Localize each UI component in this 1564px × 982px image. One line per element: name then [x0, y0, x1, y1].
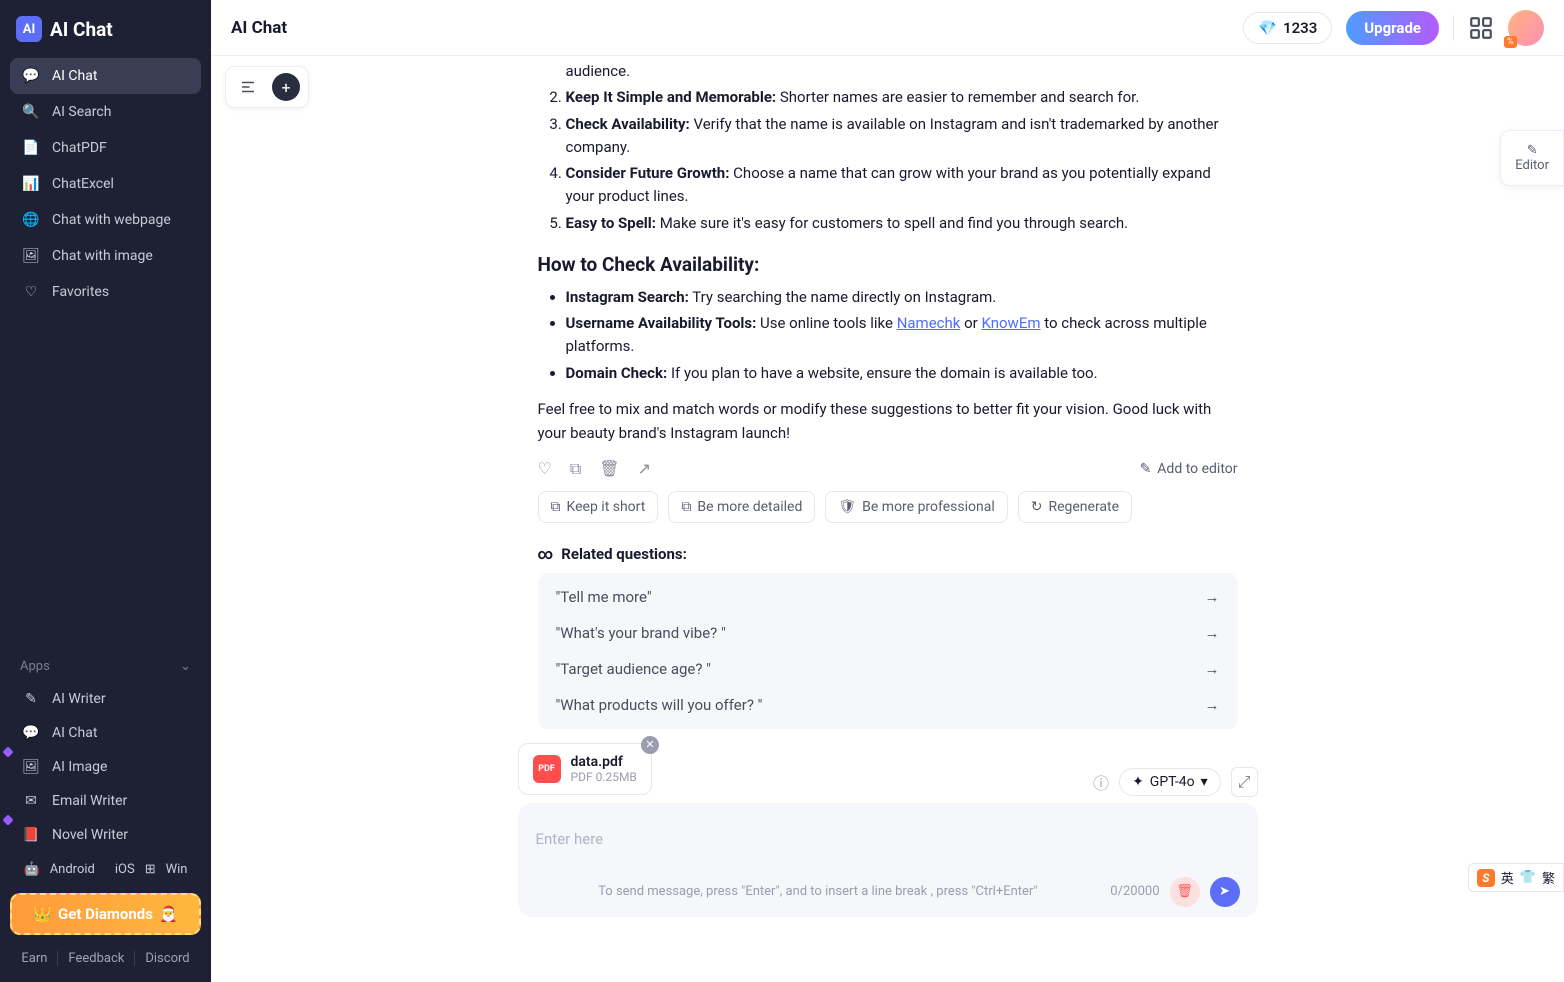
- image-icon: 🖼: [22, 758, 40, 776]
- composer-area: PDF data.pdf PDF 0.25MB ✕ ⓘ ✦ GPT-4o ▾ ⤢: [488, 743, 1288, 917]
- toggle-sidebar-icon[interactable]: [234, 73, 262, 101]
- page-title: AI Chat: [231, 18, 287, 38]
- get-diamonds-button[interactable]: 👑 Get Diamonds 🎅: [10, 893, 201, 935]
- composer-hint: To send message, press "Enter", and to i…: [536, 884, 1101, 899]
- chip-keep-short[interactable]: ⧉ Keep it short: [538, 491, 659, 523]
- platform-links: 🤖Android iOS ⊞Win: [10, 852, 201, 887]
- diamond-icon: 💎: [1258, 19, 1277, 37]
- link-icon: ∞: [538, 545, 554, 563]
- editor-panel-toggle[interactable]: ✎ Editor: [1500, 130, 1564, 186]
- new-chat-button[interactable]: +: [272, 73, 300, 101]
- pencil-icon: ✎: [1515, 143, 1549, 158]
- app-ai-image[interactable]: 🖼AI Image: [10, 750, 201, 784]
- nav-chatexcel[interactable]: 📊ChatExcel: [10, 166, 201, 202]
- chat-content: audience. Keep It Simple and Memorable: …: [211, 56, 1564, 982]
- upgrade-button[interactable]: Upgrade: [1346, 11, 1439, 45]
- ime-indicator[interactable]: S 英 👕 繁: [1468, 863, 1564, 892]
- composer: To send message, press "Enter", and to i…: [518, 803, 1258, 917]
- pencil-icon: ✎: [1140, 461, 1152, 477]
- arrow-right-icon: →: [1205, 660, 1220, 678]
- related-item[interactable]: "Tell me more"→: [538, 579, 1238, 615]
- nav-chatpdf[interactable]: 📄ChatPDF: [10, 130, 201, 166]
- remove-file-button[interactable]: ✕: [641, 736, 659, 754]
- assistant-message: audience. Keep It Simple and Memorable: …: [508, 60, 1268, 729]
- chevron-down-icon: ⌄: [180, 659, 191, 674]
- image-icon: 🖼: [22, 247, 40, 265]
- suggestion-chips: ⧉ Keep it short ⧉ Be more detailed 🛡 Be …: [538, 491, 1238, 523]
- message-input[interactable]: [536, 819, 1240, 859]
- delete-icon[interactable]: 🗑: [599, 459, 619, 478]
- nav-chat-image[interactable]: 🖼Chat with image: [10, 238, 201, 274]
- app-ai-writer[interactable]: ✎AI Writer: [10, 682, 201, 716]
- app-email-writer[interactable]: ✉Email Writer: [10, 784, 201, 818]
- section-heading: How to Check Availability:: [538, 253, 1238, 276]
- info-icon[interactable]: ⓘ: [1093, 770, 1109, 794]
- char-counter: 0/20000: [1110, 884, 1159, 899]
- app-ai-chat[interactable]: 💬AI Chat: [10, 716, 201, 750]
- arrow-right-icon: →: [1205, 624, 1220, 642]
- android-icon[interactable]: 🤖: [24, 862, 40, 877]
- sidebar: AI AI Chat 💬AI Chat 🔍AI Search 📄ChatPDF …: [0, 0, 211, 982]
- topbar: AI Chat 💎1233 Upgrade: [211, 0, 1564, 56]
- clear-button[interactable]: 🗑: [1170, 877, 1200, 907]
- nav-chat-webpage[interactable]: 🌐Chat with webpage: [10, 202, 201, 238]
- chat-toolbar: +: [225, 66, 309, 108]
- nav-ai-search[interactable]: 🔍AI Search: [10, 94, 201, 130]
- chat-icon: 💬: [22, 724, 40, 742]
- app-novel-writer[interactable]: 📕Novel Writer: [10, 818, 201, 852]
- windows-icon[interactable]: ⊞: [145, 862, 156, 877]
- nav-favorites[interactable]: ♡Favorites: [10, 274, 201, 310]
- closing-text: Feel free to mix and match words or modi…: [538, 397, 1238, 445]
- apps-grid-icon[interactable]: [1468, 15, 1494, 41]
- send-button[interactable]: ➤: [1210, 877, 1240, 907]
- logo-icon: AI: [16, 16, 42, 42]
- link-knowem[interactable]: KnowEm: [981, 314, 1040, 332]
- chip-regenerate[interactable]: ↻ Regenerate: [1018, 491, 1132, 523]
- email-icon: ✉: [22, 792, 40, 810]
- link-namechk[interactable]: Namechk: [897, 314, 961, 332]
- footer-discord[interactable]: Discord: [134, 951, 189, 966]
- expand-icon[interactable]: ⤢: [1231, 767, 1258, 797]
- copy-icon[interactable]: ⧉: [570, 459, 581, 479]
- related-item[interactable]: "Target audience age? "→: [538, 651, 1238, 687]
- arrow-right-icon: →: [1205, 588, 1220, 606]
- related-questions: ∞Related questions: "Tell me more"→ "Wha…: [538, 545, 1238, 729]
- model-selector[interactable]: ✦ GPT-4o ▾: [1119, 768, 1221, 796]
- pdf-file-icon: PDF: [533, 755, 561, 783]
- chip-more-professional[interactable]: 🛡 Be more professional: [825, 491, 1007, 523]
- pdf-icon: 📄: [22, 139, 40, 157]
- share-icon[interactable]: ↗: [638, 459, 651, 478]
- footer-feedback[interactable]: Feedback: [57, 951, 124, 966]
- chat-icon: 💬: [22, 67, 40, 85]
- nav-ai-chat[interactable]: 💬AI Chat: [10, 58, 201, 94]
- apps-header[interactable]: Apps⌄: [10, 651, 201, 682]
- like-icon[interactable]: ♡: [538, 459, 552, 478]
- logo-text: AI Chat: [50, 18, 113, 41]
- footer-earn[interactable]: Earn: [21, 951, 47, 966]
- writer-icon: ✎: [22, 690, 40, 708]
- avatar[interactable]: [1508, 10, 1544, 46]
- book-icon: 📕: [22, 826, 40, 844]
- main: AI Chat 💎1233 Upgrade + ✎ Editor audienc…: [211, 0, 1564, 982]
- footer-links: Earn Feedback Discord: [10, 941, 201, 970]
- arrow-right-icon: →: [1205, 696, 1220, 714]
- add-to-editor-button[interactable]: ✎Add to editor: [1140, 461, 1238, 477]
- webpage-icon: 🌐: [22, 211, 40, 229]
- logo: AI AI Chat: [10, 12, 201, 58]
- message-actions: ♡ ⧉ 🗑 ↗ ✎Add to editor: [538, 459, 1238, 479]
- credits-pill[interactable]: 💎1233: [1243, 12, 1332, 44]
- heart-icon: ♡: [22, 283, 40, 301]
- attached-file[interactable]: PDF data.pdf PDF 0.25MB ✕: [518, 743, 652, 795]
- chip-more-detailed[interactable]: ⧉ Be more detailed: [668, 491, 815, 523]
- search-icon: 🔍: [22, 103, 40, 121]
- sogou-icon: S: [1477, 869, 1495, 887]
- related-item[interactable]: "What's your brand vibe? "→: [538, 615, 1238, 651]
- related-item[interactable]: "What products will you offer? "→: [538, 687, 1238, 723]
- excel-icon: 📊: [22, 175, 40, 193]
